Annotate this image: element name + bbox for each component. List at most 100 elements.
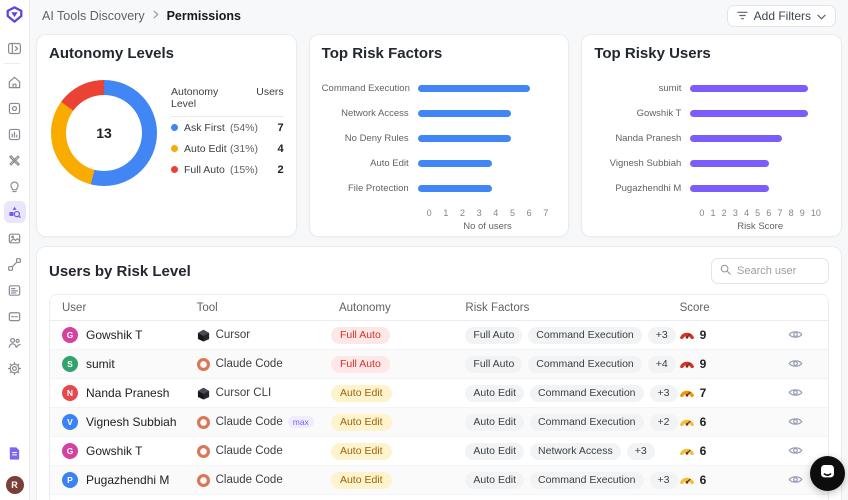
cursor-icon [197,387,210,400]
tool-name: Claude Code [216,445,283,457]
bar-row: Gowshik T [594,101,829,126]
legend-user-count: 7 [278,122,284,134]
view-details-button[interactable] [786,326,805,345]
sidebar-item-team[interactable] [4,331,26,353]
risk-factor-chip: Command Execution [530,385,643,402]
sidebar-item-integrations[interactable] [4,253,26,275]
table-row[interactable]: V Vignesh Subbiah Claude Codemax Auto Ed… [50,408,828,437]
add-filters-label: Add Filters [754,9,811,23]
top-risky-users-card: Top Risky Users sumit Gowshik T Nanda Pr… [581,34,842,237]
risk-factors-bar-chart: Command Execution Network Access No Deny… [322,76,557,232]
x-axis-ticks: 01234567 [427,208,549,218]
risk-factor-chip: Auto Edit [465,385,524,402]
view-details-button[interactable] [786,471,805,490]
bar-fill [418,135,511,142]
app-logo-shield-icon [6,6,23,28]
avatar: V [62,414,78,430]
changelog-icon[interactable] [4,442,26,464]
search-user-input[interactable] [737,265,820,277]
bar-category-label: Gowshik T [594,108,690,119]
risk-score: 6 [700,444,707,458]
risk-factor-chip: Auto Edit [465,443,524,460]
tool-name: Cursor [216,329,251,341]
legend-header-level: Autonomy Level [171,86,229,111]
bar-fill [690,110,808,117]
chat-launcher-button[interactable] [810,456,845,491]
view-details-button[interactable] [786,442,805,461]
bar-row: Vignesh Subbiah [594,151,829,176]
axis-tick: 10 [811,208,821,218]
user-name: Gowshik T [86,444,142,458]
users-by-risk-title: Users by Risk Level [49,263,191,280]
legend-percent: (15%) [230,164,258,176]
user-search-box[interactable] [711,258,829,284]
table-row-partial[interactable] [50,495,828,500]
avatar: G [62,443,78,459]
sidebar-item-settings[interactable] [4,357,26,379]
x-axis-label: Risk Score [699,221,821,232]
tool-name: Claude Code [216,474,283,486]
gauge-icon [680,474,694,487]
table-row[interactable]: S sumit Claude Code Full Auto Full AutoC… [50,350,828,379]
bar-fill [418,110,511,117]
table-row[interactable]: G Gowshik T Claude Code Auto Edit Auto E… [50,437,828,466]
chevron-right-icon [152,10,160,22]
sidebar-item-sidebar-toggle[interactable] [4,37,26,59]
axis-tick: 6 [527,208,532,218]
sidebar-item-reports[interactable] [4,279,26,301]
sidebar-item-screenshots[interactable] [4,227,26,249]
claude-icon [197,445,210,458]
autonomy-levels-card: Autonomy Levels 13 Autonomy Level Users … [36,34,297,237]
table-row[interactable]: N Nanda Pranesh Cursor CLI Auto Edit Aut… [50,379,828,408]
bar-fill [690,160,768,167]
sidebar-item-home[interactable] [4,71,26,93]
view-details-button[interactable] [786,413,805,432]
breadcrumb-current: Permissions [167,9,241,23]
risk-factor-chip: Command Execution [530,472,643,489]
risk-factor-chip: Auto Edit [465,472,524,489]
search-icon [720,262,731,280]
risk-factor-chip: Full Auto [465,327,522,344]
axis-tick: 0 [427,208,432,218]
tool-name: Cursor CLI [216,387,272,399]
sidebar-item-inventory[interactable] [4,97,26,119]
legend-percent: (31%) [230,143,258,155]
sidebar-item-tools[interactable] [4,149,26,171]
user-avatar[interactable]: R [6,476,24,494]
bar-category-label: File Protection [322,183,418,194]
bar-track [690,135,821,142]
messenger-icon [818,462,837,486]
legend-dot [171,166,178,173]
bar-fill [418,185,493,192]
bar-category-label: Nanda Pranesh [594,133,690,144]
sidebar-item-insights[interactable] [4,175,26,197]
filter-icon [737,9,748,23]
user-name: Vignesh Subbiah [86,415,177,429]
axis-tick: 0 [699,208,704,218]
axis-tick: 7 [543,208,548,218]
table-row[interactable]: G Gowshik T Cursor Full Auto Full AutoCo… [50,321,828,350]
axis-tick: 1 [443,208,448,218]
sidebar-item-analytics[interactable] [4,123,26,145]
legend-row: Full Auto (15%) 2 [171,159,284,180]
risk-factor-chip: Auto Edit [465,414,524,431]
table-row[interactable]: P Pugazhendhi M Claude Code Auto Edit Au… [50,466,828,495]
view-details-button[interactable] [786,355,805,374]
chevron-down-icon [817,9,826,23]
sidebar-item-discovery[interactable] [4,201,26,223]
users-by-risk-panel: Users by Risk Level User Tool Autonomy R… [36,246,842,500]
cursor-icon [197,329,210,342]
sidebar-item-billing[interactable] [4,305,26,327]
bar-row: Pugazhendhi M [594,176,829,201]
view-details-button[interactable] [786,384,805,403]
add-filters-button[interactable]: Add Filters [727,5,836,27]
risk-factor-chip: Command Execution [528,356,641,373]
risk-score: 6 [700,415,707,429]
bar-track [418,160,549,167]
axis-tick: 7 [777,208,782,218]
legend-percent: (54%) [230,122,258,134]
axis-tick: 2 [460,208,465,218]
breadcrumb-root-link[interactable]: AI Tools Discovery [42,9,145,23]
col-header-risk-factors: Risk Factors [465,302,643,314]
autonomy-donut-chart: 13 [51,80,157,186]
